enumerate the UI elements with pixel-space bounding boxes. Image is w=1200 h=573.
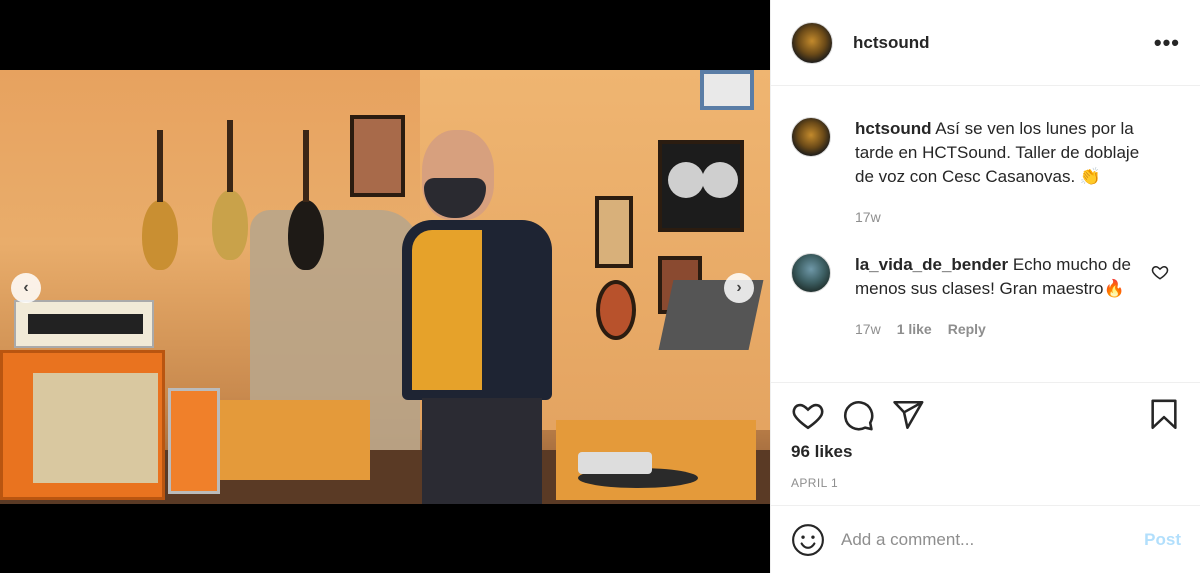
caption-username[interactable]: hctsound: [855, 119, 932, 138]
comments-section: hctsound Así se ven los lunes por la tar…: [771, 87, 1200, 383]
share-icon[interactable]: [891, 398, 925, 432]
photo-person: [402, 130, 562, 504]
carousel-prev-button[interactable]: ‹: [11, 273, 41, 303]
photo-frame: [595, 196, 633, 268]
chevron-right-icon: ›: [736, 279, 742, 296]
photo-guitar: [288, 130, 324, 270]
comment-icon[interactable]: [841, 398, 875, 432]
heart-icon[interactable]: [791, 398, 825, 432]
reply-button[interactable]: Reply: [948, 317, 986, 341]
photo-frame-records: [658, 140, 744, 232]
caption-meta: 17w: [855, 205, 1155, 229]
photo-amp-cabinet: [0, 350, 165, 500]
post-header: hctsound •••: [771, 0, 1200, 86]
photo-mixer: [578, 452, 652, 474]
photo-guitar: [212, 120, 248, 260]
post-media: ‹ ›: [0, 0, 770, 573]
comment-heart-icon[interactable]: [1151, 263, 1169, 281]
avatar[interactable]: [791, 117, 831, 157]
post-date: APRIL 1: [791, 476, 839, 490]
photo-frame: [350, 115, 405, 197]
caption: hctsound Así se ven los lunes por la tar…: [791, 117, 1181, 229]
comment-time[interactable]: 17w: [855, 317, 881, 341]
comment-body: la_vida_de_bender Echo mucho de menos su…: [855, 253, 1155, 341]
emoji-icon[interactable]: [791, 523, 825, 557]
photo-frame: [700, 70, 754, 110]
post-side-panel: hctsound ••• hctsound Así se ven los lun…: [770, 0, 1200, 573]
likes-count[interactable]: 96 likes: [791, 442, 852, 462]
add-comment-bar: Post: [771, 505, 1200, 573]
comment-meta: 17w 1 like Reply: [855, 317, 1155, 341]
avatar[interactable]: [791, 253, 831, 293]
post-photo[interactable]: [0, 70, 770, 504]
comment-input[interactable]: [841, 529, 1135, 550]
photo-case: [168, 388, 220, 494]
post-actions: [791, 398, 1181, 432]
more-options-icon[interactable]: •••: [1154, 30, 1180, 56]
comment-username[interactable]: la_vida_de_bender: [855, 255, 1008, 274]
chevron-left-icon: ‹: [23, 279, 29, 296]
header-username[interactable]: hctsound: [853, 33, 930, 53]
comment-item: la_vida_de_bender Echo mucho de menos su…: [791, 253, 1181, 341]
photo-bench: [220, 400, 370, 480]
carousel-next-button[interactable]: ›: [724, 273, 754, 303]
comment-likes[interactable]: 1 like: [897, 317, 932, 341]
photo-amp-head: [14, 300, 154, 348]
avatar[interactable]: [791, 21, 833, 64]
photo-guitar: [142, 130, 178, 270]
photo-frame-disc: [596, 280, 636, 340]
post-button[interactable]: Post: [1144, 530, 1181, 550]
caption-time[interactable]: 17w: [855, 205, 881, 229]
caption-body: hctsound Así se ven los lunes por la tar…: [855, 117, 1155, 229]
bookmark-icon[interactable]: [1147, 398, 1181, 432]
